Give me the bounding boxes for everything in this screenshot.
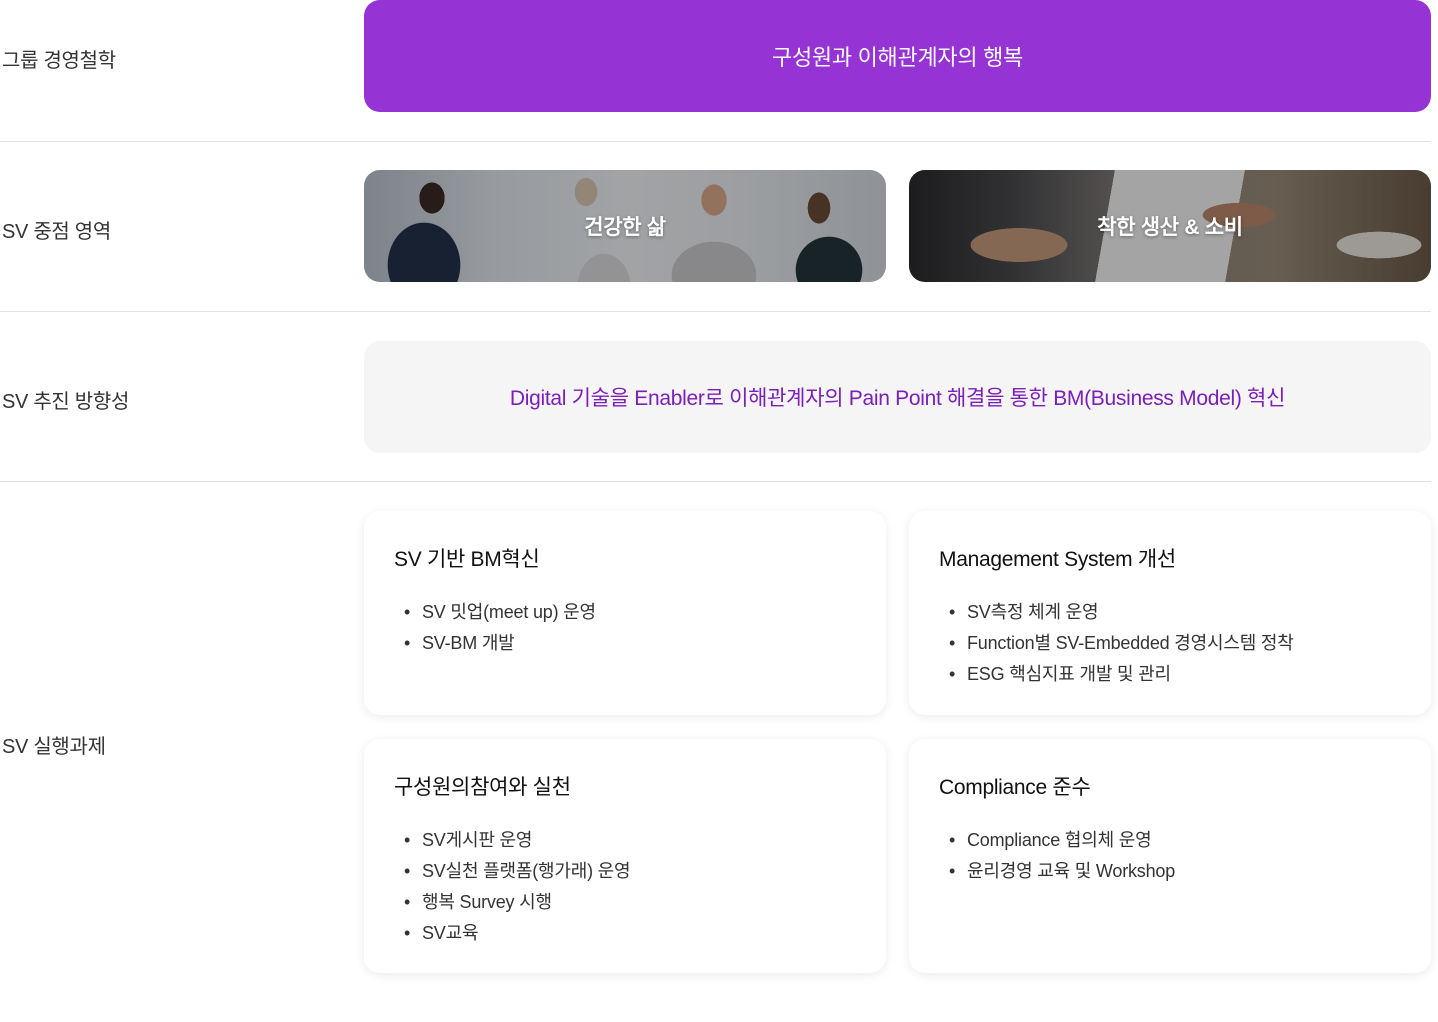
direction-panel: Digital 기술을 Enabler로 이해관계자의 Pain Point 해… bbox=[364, 341, 1431, 453]
focus-card-good-production: 착한 생산 & 소비 bbox=[909, 170, 1431, 282]
task-card-title: Management System 개선 bbox=[939, 548, 1176, 571]
row-label-focus: SV 중점 영역 bbox=[2, 221, 111, 243]
task-card-compliance: Compliance 준수 Compliance 협의체 운영 윤리경영 교육 … bbox=[909, 739, 1431, 973]
task-item: SV측정 체계 운영 bbox=[939, 597, 1401, 628]
divider bbox=[0, 311, 1431, 312]
task-card-bm-innovation: SV 기반 BM혁신 SV 밋업(meet up) 운영 SV-BM 개발 bbox=[364, 511, 886, 715]
task-item: Compliance 협의체 운영 bbox=[939, 825, 1401, 856]
divider bbox=[0, 481, 1431, 482]
philosophy-text: 구성원과 이해관계자의 행복 bbox=[772, 45, 1023, 70]
task-item: SV 밋업(meet up) 운영 bbox=[394, 597, 856, 628]
row-label-direction: SV 추진 방향성 bbox=[2, 391, 130, 413]
task-card-title: SV 기반 BM혁신 bbox=[394, 548, 540, 571]
row-label-philosophy: 그룹 경영철학 bbox=[2, 50, 116, 72]
task-list: SV측정 체계 운영 Function별 SV-Embedded 경영시스템 정… bbox=[939, 597, 1401, 690]
task-card-management-system: Management System 개선 SV측정 체계 운영 Function… bbox=[909, 511, 1431, 715]
focus-card-label: 건강한 삶 bbox=[584, 216, 666, 239]
focus-card-label: 착한 생산 & 소비 bbox=[1097, 216, 1243, 239]
task-item: 행복 Survey 시행 bbox=[394, 887, 856, 918]
task-list: SV 밋업(meet up) 운영 SV-BM 개발 bbox=[394, 597, 856, 659]
task-item: SV게시판 운영 bbox=[394, 825, 856, 856]
philosophy-banner: 구성원과 이해관계자의 행복 bbox=[364, 0, 1431, 112]
task-item: SV실천 플랫폼(행가래) 운영 bbox=[394, 856, 856, 887]
task-card-member-participation: 구성원의참여와 실천 SV게시판 운영 SV실천 플랫폼(행가래) 운영 행복 … bbox=[364, 739, 886, 973]
task-item: 윤리경영 교육 및 Workshop bbox=[939, 856, 1401, 887]
task-item: Function별 SV-Embedded 경영시스템 정착 bbox=[939, 628, 1401, 659]
divider bbox=[0, 141, 1431, 142]
row-label-tasks: SV 실행과제 bbox=[2, 736, 106, 758]
task-item: SV교육 bbox=[394, 918, 856, 949]
direction-text: Digital 기술을 Enabler로 이해관계자의 Pain Point 해… bbox=[509, 387, 1286, 410]
task-list: Compliance 협의체 운영 윤리경영 교육 및 Workshop bbox=[939, 825, 1401, 887]
task-item: SV-BM 개발 bbox=[394, 628, 856, 659]
focus-card-healthy-life: 건강한 삶 bbox=[364, 170, 886, 282]
task-list: SV게시판 운영 SV실천 플랫폼(행가래) 운영 행복 Survey 시행 S… bbox=[394, 825, 856, 949]
task-card-title: Compliance 준수 bbox=[939, 776, 1091, 799]
task-item: ESG 핵심지표 개발 및 관리 bbox=[939, 659, 1401, 690]
task-card-title: 구성원의참여와 실천 bbox=[394, 776, 571, 799]
